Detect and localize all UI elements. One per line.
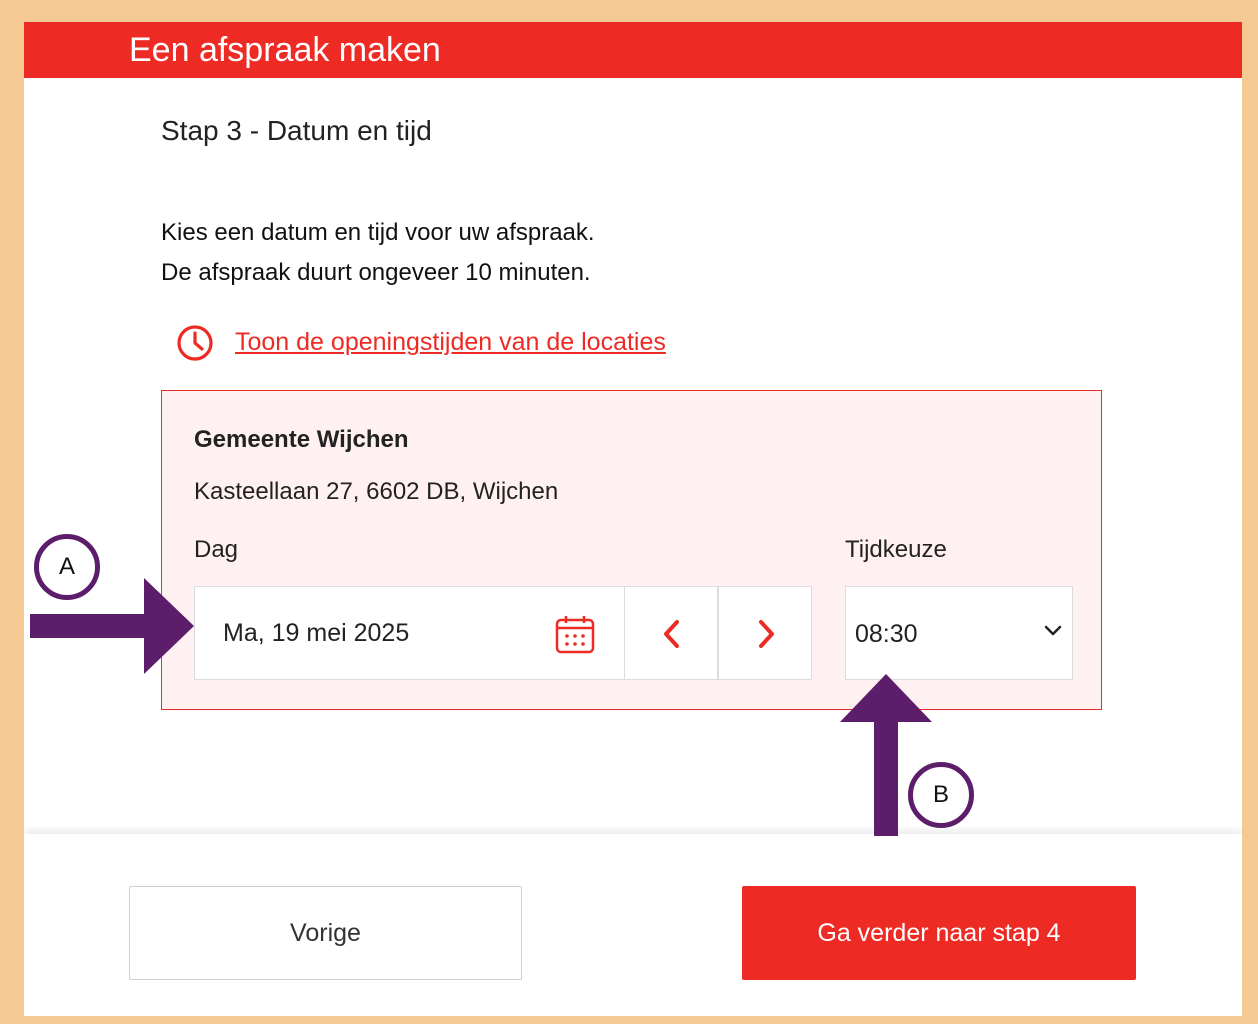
- day-label: Dag: [194, 536, 239, 563]
- annotation-label-b: B: [908, 762, 974, 828]
- annotation-label-a: A: [34, 534, 100, 600]
- opening-hours-link[interactable]: Toon de openingstijden van de locaties: [235, 326, 666, 358]
- time-value: 08:30: [855, 620, 918, 648]
- step-title: Stap 3 - Datum en tijd: [161, 115, 432, 146]
- chevron-left-icon: [664, 620, 679, 648]
- header-bar: Een afspraak maken: [24, 22, 1242, 78]
- location-card: Gemeente Wijchen Kasteellaan 27, 6602 DB…: [161, 390, 1102, 710]
- time-select[interactable]: 08:30: [845, 586, 1073, 680]
- intro-text-line-1: Kies een datum en tijd voor uw afspraak.: [161, 219, 595, 246]
- calendar-icon[interactable]: [555, 614, 595, 654]
- time-label: Tijdkeuze: [845, 536, 947, 563]
- page-frame: Een afspraak maken Stap 3 - Datum en tij…: [24, 22, 1242, 1016]
- continue-button[interactable]: Ga verder naar stap 4: [742, 886, 1136, 980]
- previous-day-button[interactable]: [624, 586, 718, 680]
- location-name: Gemeente Wijchen: [194, 426, 409, 453]
- previous-button[interactable]: Vorige: [129, 886, 522, 980]
- page-title: Een afspraak maken: [129, 31, 441, 69]
- next-day-button[interactable]: [718, 586, 812, 680]
- location-address: Kasteellaan 27, 6602 DB, Wijchen: [194, 478, 559, 505]
- date-value: Ma, 19 mei 2025: [223, 619, 410, 647]
- footer-bar: Vorige Ga verder naar stap 4: [24, 834, 1242, 1016]
- intro-text-line-2: De afspraak duurt ongeveer 10 minuten.: [161, 259, 591, 286]
- clock-icon: [177, 325, 213, 361]
- date-field[interactable]: Ma, 19 mei 2025: [194, 586, 625, 680]
- chevron-right-icon: [759, 620, 774, 648]
- chevron-down-icon: [1044, 625, 1062, 636]
